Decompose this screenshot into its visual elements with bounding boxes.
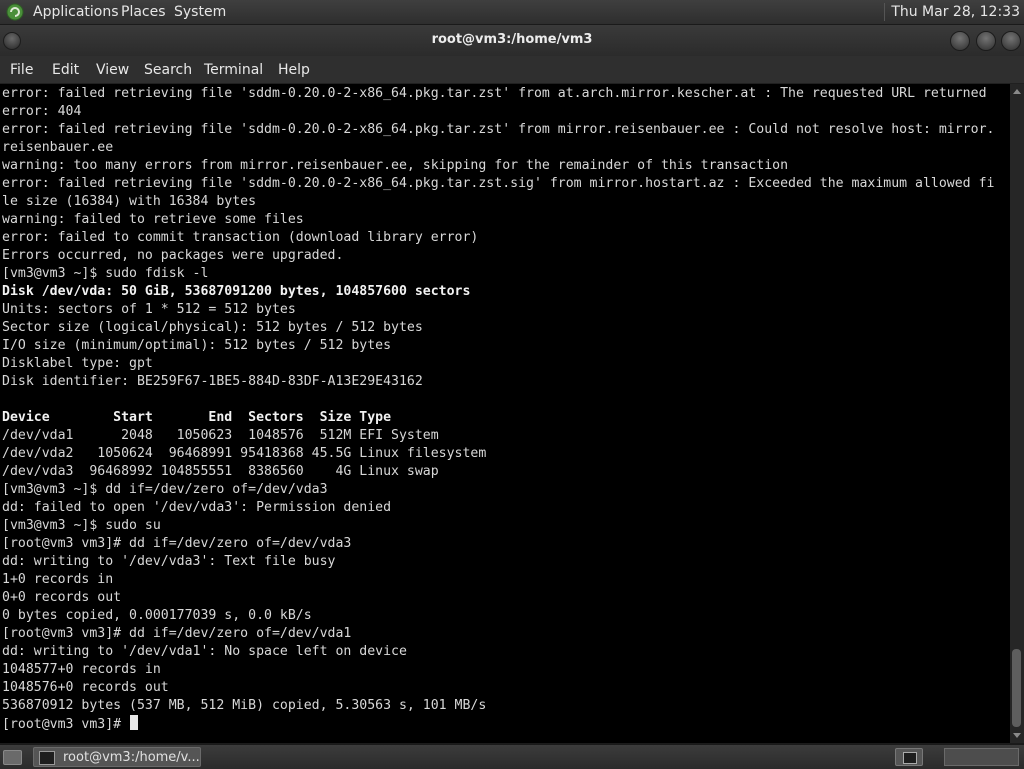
terminal-line: I/O size (minimum/optimal): 512 bytes / …	[2, 338, 392, 353]
terminal-line: 0+0 records out	[2, 590, 122, 605]
terminal-line: dd: writing to '/dev/vda3': Text file bu…	[2, 554, 336, 569]
terminal-line: Disk /dev/vda: 50 GiB, 53687091200 bytes…	[2, 284, 471, 299]
menu-search[interactable]: Search	[144, 61, 192, 79]
menu-help[interactable]: Help	[278, 61, 310, 79]
terminal-line: error: failed to commit transaction (dow…	[2, 230, 479, 245]
terminal-line: Units: sectors of 1 * 512 = 512 bytes	[2, 302, 296, 317]
terminal-line: 1048576+0 records out	[2, 680, 169, 695]
terminal-line: dd: failed to open '/dev/vda3': Permissi…	[2, 500, 392, 515]
distro-logo-icon[interactable]	[6, 3, 24, 21]
terminal-line: /dev/vda2 1050624 96468991 95418368 45.5…	[2, 446, 487, 461]
terminal-line: Disklabel type: gpt	[2, 356, 153, 371]
scroll-up-arrow-icon[interactable]	[1013, 89, 1021, 94]
terminal-line: warning: too many errors from mirror.rei…	[2, 158, 789, 173]
terminal-line: 1048577+0 records in	[2, 662, 161, 677]
window-titlebar[interactable]: root@vm3:/home/vm3	[0, 25, 1024, 56]
terminal-line: 536870912 bytes (537 MB, 512 MiB) copied…	[2, 698, 487, 713]
top-panel: Applications Places System Thu Mar 28, 1…	[0, 0, 1024, 25]
terminal-line: le size (16384) with 16384 bytes	[2, 194, 257, 209]
terminal-line: [vm3@vm3 ~]$ sudo fdisk -l	[2, 266, 209, 281]
terminal-line: [vm3@vm3 ~]$ sudo su	[2, 518, 161, 533]
terminal-window: root@vm3:/home/vm3 File Edit View Search…	[0, 25, 1024, 743]
menu-terminal[interactable]: Terminal	[204, 61, 263, 79]
terminal-line: Disk identifier: BE259F67-1BE5-884D-83DF…	[2, 374, 423, 389]
bottom-panel: root@vm3:/home/v...	[0, 744, 1024, 769]
terminal-line: error: failed retrieving file 'sddm-0.20…	[2, 86, 987, 101]
terminal-line: /dev/vda1 2048 1050623 1048576 512M EFI …	[2, 428, 439, 443]
menu-view[interactable]: View	[96, 61, 129, 79]
text-cursor	[130, 715, 139, 730]
terminal-line: error: failed retrieving file 'sddm-0.20…	[2, 122, 995, 137]
terminal-line: 1+0 records in	[2, 572, 114, 587]
terminal-line: Sector size (logical/physical): 512 byte…	[2, 320, 423, 335]
clock[interactable]: Thu Mar 28, 12:33	[884, 3, 1020, 21]
terminal-line: [root@vm3 vm3]# dd if=/dev/zero of=/dev/…	[2, 626, 352, 641]
scrollbar-thumb[interactable]	[1012, 649, 1021, 727]
terminal-prompt-line: [root@vm3 vm3]#	[2, 715, 994, 733]
maximize-button[interactable]	[976, 31, 996, 51]
terminal-output: error: failed retrieving file 'sddm-0.20…	[2, 85, 994, 733]
terminal-line: dd: writing to '/dev/vda1': No space lef…	[2, 644, 407, 659]
system-menu[interactable]: System	[174, 3, 226, 21]
show-desktop-icon[interactable]	[3, 750, 22, 765]
scroll-down-arrow-icon[interactable]	[1013, 733, 1021, 738]
menubar: File Edit View Search Terminal Help	[0, 56, 1024, 84]
terminal-line: error: 404	[2, 104, 82, 119]
terminal-line: error: failed retrieving file 'sddm-0.20…	[2, 176, 995, 191]
applications-menu[interactable]: Applications	[33, 3, 119, 21]
terminal-tray-icon[interactable]	[895, 748, 923, 766]
terminal-line: [vm3@vm3 ~]$ dd if=/dev/zero of=/dev/vda…	[2, 482, 328, 497]
menu-file[interactable]: File	[10, 61, 33, 79]
terminal-line: [root@vm3 vm3]# dd if=/dev/zero of=/dev/…	[2, 536, 352, 551]
terminal-line: Device Start End Sectors Size Type	[2, 410, 392, 425]
taskbar-terminal-button[interactable]: root@vm3:/home/v...	[33, 747, 201, 767]
terminal-icon	[39, 751, 55, 765]
workspace-switcher[interactable]	[944, 748, 1019, 766]
terminal-line: reisenbauer.ee	[2, 140, 114, 155]
terminal-line: 0 bytes copied, 0.000177039 s, 0.0 kB/s	[2, 608, 312, 623]
menu-edit[interactable]: Edit	[52, 61, 79, 79]
terminal-line: /dev/vda3 96468992 104855551 8386560 4G …	[2, 464, 439, 479]
taskbar-button-label: root@vm3:/home/v...	[63, 750, 200, 765]
places-menu[interactable]: Places	[121, 3, 166, 21]
terminal-line: warning: failed to retrieve some files	[2, 212, 304, 227]
close-button[interactable]	[1001, 31, 1021, 51]
terminal-area[interactable]: error: failed retrieving file 'sddm-0.20…	[0, 84, 1010, 743]
terminal-line: Errors occurred, no packages were upgrad…	[2, 248, 344, 263]
shell-prompt: [root@vm3 vm3]#	[2, 717, 130, 732]
window-title: root@vm3:/home/vm3	[431, 32, 593, 47]
terminal-scrollbar[interactable]	[1010, 84, 1024, 743]
minimize-button[interactable]	[950, 31, 970, 51]
terminal-icon	[903, 752, 917, 764]
